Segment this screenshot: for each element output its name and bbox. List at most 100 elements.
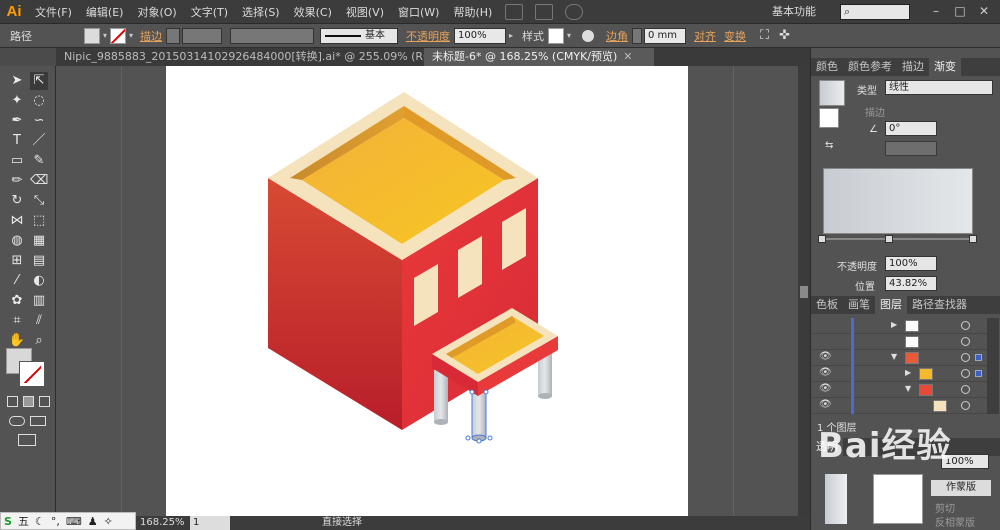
free-transform-icon[interactable]: ⬚ — [30, 212, 48, 230]
symbol-sprayer-icon[interactable]: ✿ — [8, 292, 26, 310]
corner-stepper[interactable] — [632, 27, 642, 44]
gradient-stop[interactable] — [818, 235, 826, 243]
menu-type[interactable]: 文字(T) — [184, 4, 235, 20]
vertical-scrollbar[interactable] — [798, 66, 810, 516]
brush-definition-field[interactable]: 基本 — [320, 27, 398, 44]
ime-punct-icon[interactable]: °, — [51, 515, 60, 528]
panel-menu-icon[interactable]: ✜ — [779, 28, 790, 43]
menu-object[interactable]: 对象(O) — [130, 4, 183, 20]
gradient-stop[interactable] — [885, 235, 893, 243]
pen-tool-icon[interactable]: ✒ — [8, 112, 26, 130]
paintbrush-icon[interactable]: ✎ — [30, 152, 48, 170]
color-mode-icon[interactable] — [7, 396, 18, 407]
column-graph-icon[interactable]: ▥ — [30, 292, 48, 310]
isolate-icon[interactable]: ⛶ — [760, 28, 769, 43]
menu-help[interactable]: 帮助(H) — [446, 4, 499, 20]
guide-line[interactable] — [733, 66, 734, 516]
doc-tab-2[interactable]: 未标题-6* @ 168.25% (CMYK/预览) ✕ — [424, 48, 654, 66]
lasso-icon[interactable]: ◌ — [30, 92, 48, 110]
close-tab-icon[interactable]: ✕ — [623, 50, 632, 63]
recolor-icon[interactable] — [582, 29, 594, 42]
ime-toolbar[interactable]: S 五 ☾ °, ⌨ ♟ ✧ — [0, 512, 136, 530]
width-tool-icon[interactable]: ⋈ — [8, 212, 26, 230]
mesh-tool-icon[interactable]: ⊞ — [8, 252, 26, 270]
gradient-slider[interactable] — [823, 238, 975, 240]
opacity-field[interactable]: 100% — [454, 27, 506, 44]
selection-tool-icon[interactable]: ➤ — [8, 72, 26, 90]
transform-link[interactable]: 变换 — [724, 28, 746, 44]
stroke-weight-stepper[interactable] — [166, 27, 180, 44]
layer-row[interactable]: 👁 ▶ — [811, 366, 987, 382]
zoom-level[interactable]: 168.25% — [140, 516, 185, 530]
aspect-ratio-field[interactable] — [885, 141, 937, 156]
graphic-style-swatch[interactable] — [548, 27, 564, 44]
menu-edit[interactable]: 编辑(E) — [79, 4, 131, 20]
variable-width-profile[interactable] — [230, 27, 314, 44]
close-icon[interactable]: ✕ — [976, 4, 992, 18]
reverse-gradient-icon[interactable]: ⇆ — [825, 140, 833, 151]
pencil-icon[interactable]: ✏ — [8, 172, 26, 190]
screen-mode-icon[interactable] — [18, 434, 36, 446]
stroke-swatch[interactable] — [110, 27, 126, 44]
clip-checkbox-label[interactable]: 剪切 — [935, 500, 955, 515]
align-link[interactable]: 对齐 — [694, 28, 716, 44]
draw-behind-icon[interactable] — [30, 416, 46, 426]
magic-wand-icon[interactable]: ✦ — [8, 92, 26, 110]
invert-mask-checkbox-label[interactable]: 反相蒙版 — [935, 514, 975, 529]
wrench-icon[interactable]: ✧ — [104, 515, 113, 528]
layer-row[interactable]: 👁 — [811, 398, 987, 414]
tab-stroke[interactable]: 描边 — [897, 58, 929, 76]
none-mode-icon[interactable] — [39, 396, 50, 407]
zoom-tool-icon[interactable]: ⌕ — [30, 332, 48, 350]
corner-link[interactable]: 边角 — [606, 28, 628, 44]
tab-color-guide[interactable]: 颜色参考 — [843, 58, 897, 76]
visibility-eye-icon[interactable]: 👁 — [819, 351, 832, 362]
rectangle-tool-icon[interactable]: ▭ — [8, 152, 26, 170]
sync-icon[interactable] — [565, 3, 584, 20]
stroke-weight-field[interactable] — [182, 27, 222, 44]
tab-gradient[interactable]: 渐变 — [929, 58, 961, 76]
stroke-dropdown-icon[interactable]: ▾ — [126, 28, 136, 44]
gradient-tool-icon[interactable]: ▤ — [30, 252, 48, 270]
direct-selection-tool-icon[interactable]: ⇱ — [30, 72, 48, 90]
scale-tool-icon[interactable]: ⤡ — [30, 192, 48, 210]
building-illustration[interactable] — [166, 66, 688, 516]
menu-window[interactable]: 窗口(W) — [391, 4, 446, 20]
ime-moon-icon[interactable]: ☾ — [35, 515, 45, 528]
maximize-icon[interactable]: □ — [952, 4, 968, 18]
menu-file[interactable]: 文件(F) — [28, 4, 79, 20]
layers-scrollbar[interactable] — [987, 318, 999, 414]
stroke-link[interactable]: 描边 — [140, 28, 162, 44]
arrange-documents-icon[interactable] — [535, 3, 554, 20]
opacity-dropdown-icon[interactable]: ▸ — [506, 28, 516, 44]
visibility-eye-icon[interactable]: 👁 — [819, 383, 832, 394]
gradient-position-field[interactable]: 43.82% — [885, 276, 937, 291]
curvature-tool-icon[interactable]: ∽ — [30, 112, 48, 130]
keyboard-icon[interactable]: ⌨ — [66, 515, 82, 528]
fill-swatch[interactable] — [84, 27, 100, 44]
bridge-icon[interactable] — [505, 3, 524, 20]
make-mask-button[interactable]: 作蒙版 — [931, 480, 991, 496]
gradient-mode-icon[interactable] — [23, 396, 34, 407]
doc-tab-1[interactable]: Nipic_9885883_20150314102926484000[转换].a… — [56, 48, 484, 66]
line-tool-icon[interactable]: ／ — [30, 132, 48, 150]
artboard-number[interactable]: 1 — [190, 516, 230, 530]
tab-brushes[interactable]: 画笔 — [843, 296, 875, 314]
visibility-eye-icon[interactable]: 👁 — [819, 399, 832, 410]
tab-swatches[interactable]: 色板 — [811, 296, 843, 314]
gradient-type-select[interactable]: 线性 — [885, 80, 993, 95]
menu-select[interactable]: 选择(S) — [235, 4, 287, 20]
artboard[interactable] — [166, 66, 688, 516]
slice-tool-icon[interactable]: ⫽ — [30, 312, 48, 330]
blend-tool-icon[interactable]: ◐ — [30, 272, 48, 290]
artboard-tool-icon[interactable]: ⌗ — [8, 312, 26, 330]
perspective-grid-icon[interactable]: ▦ — [30, 232, 48, 250]
fill-stroke-mini[interactable] — [819, 108, 839, 128]
tab-color[interactable]: 颜色 — [811, 58, 843, 76]
menu-effect[interactable]: 效果(C) — [287, 4, 339, 20]
gradient-stop[interactable] — [969, 235, 977, 243]
shape-builder-icon[interactable]: ◍ — [8, 232, 26, 250]
layer-row[interactable] — [811, 334, 987, 350]
angle-field[interactable]: 0° — [885, 121, 937, 136]
style-dropdown-icon[interactable]: ▾ — [564, 28, 574, 44]
